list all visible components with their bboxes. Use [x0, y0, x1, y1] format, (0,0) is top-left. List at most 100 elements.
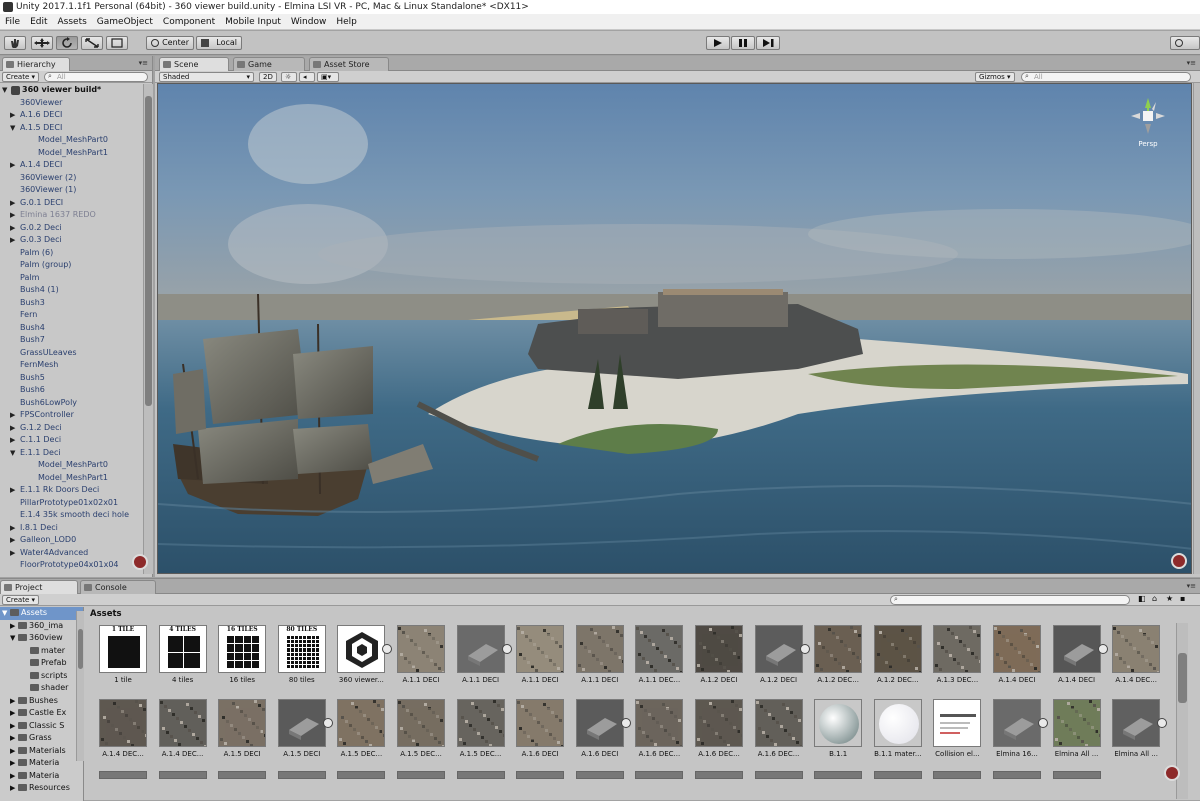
scene-record-icon[interactable] [1171, 553, 1187, 569]
project-folder-item[interactable]: ▶ Materia [0, 757, 83, 770]
scene-search-input[interactable]: ⌕ All [1021, 72, 1191, 82]
asset-thumbnail-partial[interactable] [456, 771, 505, 779]
hierarchy-item[interactable]: Palm (6) [0, 247, 142, 260]
asset-thumbnail-partial[interactable] [158, 771, 207, 779]
move-tool-button[interactable] [31, 36, 53, 50]
hierarchy-item[interactable]: ▶ FPSController [0, 409, 142, 422]
scale-tool-button[interactable] [81, 36, 103, 50]
collapsed-arrow-icon[interactable]: ▶ [10, 209, 15, 222]
filter-by-type-icon[interactable]: ◧ [1138, 594, 1146, 603]
tab-console[interactable]: Console [80, 580, 156, 594]
hierarchy-item[interactable]: Fern [0, 309, 142, 322]
hierarchy-item[interactable]: ▶ G.0.1 DECI [0, 197, 142, 210]
collab-button[interactable] [1170, 36, 1200, 50]
favorite-icon[interactable]: ★ [1166, 594, 1173, 603]
asset-item[interactable]: A.1.4 DEC... [154, 699, 212, 765]
asset-thumbnail-partial[interactable] [993, 771, 1041, 779]
hierarchy-item[interactable]: Bush5 [0, 372, 142, 385]
hierarchy-item[interactable]: 360Viewer (1) [0, 184, 142, 197]
hierarchy-item[interactable]: ▶ Galleon_LOD0 [0, 534, 142, 547]
asset-item[interactable]: A.1.1 DECI [452, 625, 512, 691]
asset-thumbnail-partial[interactable] [1052, 771, 1101, 779]
collapsed-arrow-icon[interactable]: ▶ [10, 159, 15, 172]
pause-button[interactable] [731, 36, 755, 50]
hierarchy-item[interactable]: Bush4 (1) [0, 284, 142, 297]
project-tree-scroll-thumb[interactable] [78, 629, 83, 669]
project-folder-item[interactable]: ▶ Bushes [0, 695, 83, 708]
project-search-input[interactable]: ⌕ [890, 595, 1130, 605]
project-create-button[interactable]: Create ▾ [2, 595, 40, 605]
project-folder-item[interactable]: ▶ Resources [0, 782, 83, 795]
hand-tool-button[interactable] [4, 36, 26, 50]
asset-item[interactable]: A.1.6 DEC... [750, 699, 808, 765]
hierarchy-item[interactable]: ▶ C.1.1 Deci [0, 434, 142, 447]
collapsed-arrow-icon[interactable]: ▶ [10, 534, 15, 547]
asset-item[interactable]: A.1.5 DECI [213, 699, 271, 765]
asset-item[interactable]: A.1.6 DECI [511, 699, 569, 765]
hierarchy-item[interactable]: ▼ 360 viewer build* [0, 84, 142, 97]
scene-orientation-gizmo[interactable]: Persp [1123, 92, 1173, 152]
asset-item[interactable]: Elmina All ... [1048, 699, 1106, 765]
collapsed-arrow-icon[interactable]: ▶ [10, 522, 15, 535]
hierarchy-item[interactable]: ▶ A.1.4 DECI [0, 159, 142, 172]
expand-asset-icon[interactable] [322, 718, 333, 728]
collapsed-arrow-icon[interactable]: ▶ [10, 547, 15, 560]
collapsed-arrow-icon[interactable]: ▶ [10, 234, 15, 247]
menu-mobile-input[interactable]: Mobile Input [220, 14, 286, 29]
project-panel-menu-icon[interactable]: ▾≡ [1187, 582, 1196, 590]
folder-arrow-icon[interactable]: ▶ [10, 745, 18, 758]
hierarchy-item[interactable]: ▼ A.1.5 DECI [0, 122, 142, 135]
menu-window[interactable]: Window [286, 14, 332, 29]
asset-thumbnail-partial[interactable] [635, 771, 684, 779]
tab-game[interactable]: Game [233, 57, 305, 71]
hierarchy-item[interactable]: ▶ G.0.3 Deci [0, 234, 142, 247]
mode-2d-toggle[interactable]: 2D [259, 72, 277, 82]
project-folder-item[interactable]: ▼ Assets [0, 607, 83, 620]
asset-item[interactable]: 360 viewer... [332, 625, 393, 691]
project-folder-item[interactable]: mater [0, 645, 83, 658]
pivot-local-button[interactable]: Local [196, 36, 242, 50]
shading-mode-dropdown[interactable]: Shaded ▾ [159, 72, 254, 82]
asset-thumbnail-partial[interactable] [575, 771, 624, 779]
expand-asset-icon[interactable] [1038, 718, 1048, 728]
filter-by-label-icon[interactable]: ⌂ [1152, 594, 1157, 603]
lock-icon[interactable]: ▪ [1180, 594, 1185, 603]
hierarchy-item[interactable]: FernMesh [0, 359, 142, 372]
project-folder-item[interactable]: ▶ 360_ima [0, 620, 83, 633]
menu-help[interactable]: Help [331, 14, 362, 29]
asset-item[interactable]: A.1.5 DECI [273, 699, 333, 765]
menu-assets[interactable]: Assets [53, 14, 92, 29]
folder-arrow-icon[interactable]: ▶ [10, 707, 18, 720]
tab-project[interactable]: Project [0, 580, 78, 594]
lighting-toggle[interactable]: ☼ [281, 72, 297, 82]
asset-item[interactable]: A.1.1 DECI [392, 625, 450, 691]
asset-item[interactable]: Elmina 16... [988, 699, 1048, 765]
asset-item[interactable]: A.1.2 DEC... [809, 625, 867, 691]
collapsed-arrow-icon[interactable]: ▶ [10, 484, 15, 497]
collapsed-arrow-icon[interactable]: ▶ [10, 109, 15, 122]
folder-arrow-icon[interactable]: ▶ [10, 782, 18, 795]
hierarchy-item[interactable]: 360Viewer [0, 97, 142, 110]
folder-arrow-icon[interactable]: ▼ [2, 607, 10, 620]
hierarchy-create-button[interactable]: Create ▾ [2, 72, 40, 82]
scene-viewport[interactable]: Persp [157, 83, 1192, 574]
hierarchy-item[interactable]: Model_MeshPart0 [0, 134, 142, 147]
asset-item[interactable]: A.1.6 DEC... [630, 699, 688, 765]
menu-file[interactable]: File [0, 14, 25, 29]
asset-item[interactable]: A.1.5 DEC... [332, 699, 390, 765]
hierarchy-item[interactable]: ▶ Water4Advanced [0, 547, 142, 560]
menu-gameobject[interactable]: GameObject [92, 14, 158, 29]
audio-toggle[interactable]: ◂ [299, 72, 315, 82]
hierarchy-item[interactable]: Model_MeshPart0 [0, 459, 142, 472]
tab-hierarchy[interactable]: Hierarchy [2, 57, 70, 71]
asset-thumbnail-partial[interactable] [814, 771, 863, 779]
collapsed-arrow-icon[interactable]: ▶ [10, 422, 15, 435]
asset-item[interactable]: 16 TILES 16 tiles [213, 625, 271, 691]
folder-arrow-icon[interactable]: ▶ [10, 757, 18, 770]
asset-item[interactable]: A.1.3 DEC... [928, 625, 986, 691]
step-button[interactable] [756, 36, 780, 50]
asset-grid-scroll-thumb[interactable] [1178, 653, 1187, 703]
hierarchy-item[interactable]: Bush4 [0, 322, 142, 335]
project-folder-item[interactable]: ▶ Materia [0, 770, 83, 783]
hierarchy-scrollbar[interactable] [143, 84, 153, 574]
